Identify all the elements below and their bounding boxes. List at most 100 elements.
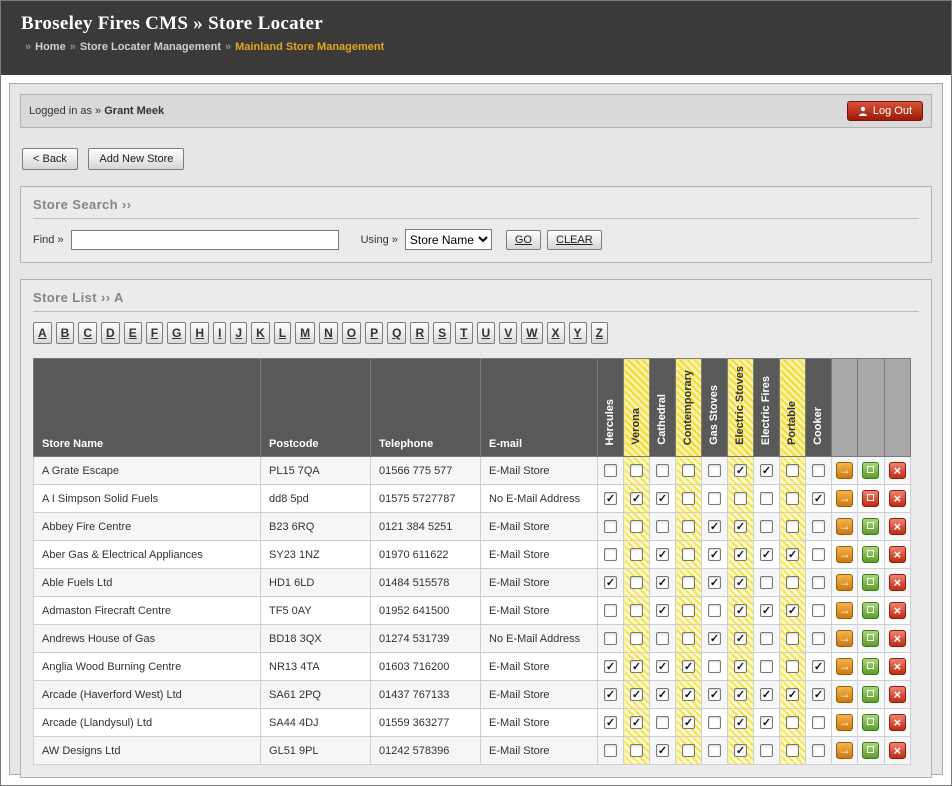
category-checkbox[interactable] bbox=[708, 492, 721, 505]
alphabet-letter-g[interactable]: G bbox=[167, 322, 186, 344]
logout-button[interactable]: Log Out bbox=[847, 101, 923, 121]
delete-store-icon[interactable]: × bbox=[889, 574, 906, 591]
email-cell[interactable]: E-Mail Store bbox=[481, 709, 598, 737]
alphabet-letter-p[interactable]: P bbox=[365, 322, 383, 344]
category-checkbox[interactable] bbox=[604, 604, 617, 617]
status-inactive-icon[interactable] bbox=[862, 490, 879, 507]
category-checkbox[interactable] bbox=[812, 716, 825, 729]
alphabet-letter-n[interactable]: N bbox=[319, 322, 338, 344]
category-checkbox[interactable] bbox=[708, 464, 721, 477]
go-button[interactable]: GO bbox=[506, 230, 541, 250]
alphabet-letter-l[interactable]: L bbox=[274, 322, 291, 344]
category-checkbox-checked[interactable]: ✓ bbox=[786, 688, 799, 701]
category-checkbox-checked[interactable]: ✓ bbox=[708, 632, 721, 645]
category-checkbox[interactable] bbox=[604, 632, 617, 645]
category-checkbox[interactable] bbox=[630, 464, 643, 477]
edit-store-icon[interactable]: → bbox=[836, 490, 853, 507]
clear-button[interactable]: CLEAR bbox=[547, 230, 602, 250]
delete-store-icon[interactable]: × bbox=[889, 714, 906, 731]
edit-store-icon[interactable]: → bbox=[836, 602, 853, 619]
category-checkbox[interactable] bbox=[812, 548, 825, 561]
back-button[interactable]: < Back bbox=[22, 148, 78, 170]
delete-store-icon[interactable]: × bbox=[889, 462, 906, 479]
category-checkbox-checked[interactable]: ✓ bbox=[812, 492, 825, 505]
category-checkbox[interactable] bbox=[786, 464, 799, 477]
using-select[interactable]: Store Name bbox=[405, 229, 492, 250]
category-checkbox-checked[interactable]: ✓ bbox=[760, 464, 773, 477]
category-checkbox[interactable] bbox=[682, 744, 695, 757]
category-checkbox[interactable] bbox=[682, 520, 695, 533]
category-checkbox-checked[interactable]: ✓ bbox=[656, 604, 669, 617]
category-checkbox-checked[interactable]: ✓ bbox=[734, 660, 747, 673]
category-checkbox[interactable] bbox=[682, 576, 695, 589]
category-checkbox-checked[interactable]: ✓ bbox=[630, 716, 643, 729]
category-checkbox-checked[interactable]: ✓ bbox=[734, 576, 747, 589]
alphabet-letter-r[interactable]: R bbox=[410, 322, 429, 344]
category-checkbox-checked[interactable]: ✓ bbox=[630, 660, 643, 673]
category-checkbox[interactable] bbox=[656, 716, 669, 729]
category-checkbox[interactable] bbox=[786, 492, 799, 505]
category-checkbox-checked[interactable]: ✓ bbox=[630, 688, 643, 701]
category-checkbox[interactable] bbox=[786, 716, 799, 729]
category-checkbox[interactable] bbox=[682, 492, 695, 505]
edit-store-icon[interactable]: → bbox=[836, 686, 853, 703]
email-cell[interactable]: E-Mail Store bbox=[481, 541, 598, 569]
alphabet-letter-c[interactable]: C bbox=[78, 322, 97, 344]
alphabet-letter-k[interactable]: K bbox=[251, 322, 270, 344]
email-cell[interactable]: E-Mail Store bbox=[481, 457, 598, 485]
status-active-icon[interactable] bbox=[862, 518, 879, 535]
alphabet-letter-u[interactable]: U bbox=[477, 322, 496, 344]
category-checkbox[interactable] bbox=[786, 520, 799, 533]
status-active-icon[interactable] bbox=[862, 574, 879, 591]
edit-store-icon[interactable]: → bbox=[836, 574, 853, 591]
alphabet-letter-s[interactable]: S bbox=[433, 322, 451, 344]
alphabet-letter-a[interactable]: A bbox=[33, 322, 52, 344]
delete-store-icon[interactable]: × bbox=[889, 742, 906, 759]
status-active-icon[interactable] bbox=[862, 462, 879, 479]
alphabet-letter-q[interactable]: Q bbox=[387, 322, 406, 344]
category-checkbox[interactable] bbox=[630, 604, 643, 617]
category-checkbox[interactable] bbox=[786, 632, 799, 645]
category-checkbox-checked[interactable]: ✓ bbox=[734, 548, 747, 561]
category-checkbox-checked[interactable]: ✓ bbox=[812, 688, 825, 701]
category-checkbox[interactable] bbox=[760, 576, 773, 589]
category-checkbox-checked[interactable]: ✓ bbox=[760, 548, 773, 561]
delete-store-icon[interactable]: × bbox=[889, 686, 906, 703]
delete-store-icon[interactable]: × bbox=[889, 602, 906, 619]
status-active-icon[interactable] bbox=[862, 742, 879, 759]
alphabet-letter-e[interactable]: E bbox=[124, 322, 142, 344]
category-checkbox-checked[interactable]: ✓ bbox=[682, 660, 695, 673]
email-cell[interactable]: E-Mail Store bbox=[481, 653, 598, 681]
category-checkbox-checked[interactable]: ✓ bbox=[604, 716, 617, 729]
category-checkbox[interactable] bbox=[630, 744, 643, 757]
email-cell[interactable]: E-Mail Store bbox=[481, 513, 598, 541]
category-checkbox[interactable] bbox=[604, 744, 617, 757]
status-active-icon[interactable] bbox=[862, 546, 879, 563]
category-checkbox[interactable] bbox=[760, 744, 773, 757]
email-cell[interactable]: E-Mail Store bbox=[481, 597, 598, 625]
category-checkbox[interactable] bbox=[656, 632, 669, 645]
category-checkbox-checked[interactable]: ✓ bbox=[682, 716, 695, 729]
category-checkbox-checked[interactable]: ✓ bbox=[734, 744, 747, 757]
category-checkbox[interactable] bbox=[708, 744, 721, 757]
category-checkbox-checked[interactable]: ✓ bbox=[760, 604, 773, 617]
category-checkbox-checked[interactable]: ✓ bbox=[682, 688, 695, 701]
category-checkbox[interactable] bbox=[786, 660, 799, 673]
category-checkbox-checked[interactable]: ✓ bbox=[734, 716, 747, 729]
category-checkbox-checked[interactable]: ✓ bbox=[708, 548, 721, 561]
category-checkbox-checked[interactable]: ✓ bbox=[734, 632, 747, 645]
category-checkbox[interactable] bbox=[760, 632, 773, 645]
category-checkbox[interactable] bbox=[708, 604, 721, 617]
category-checkbox[interactable] bbox=[812, 744, 825, 757]
delete-store-icon[interactable]: × bbox=[889, 630, 906, 647]
status-active-icon[interactable] bbox=[862, 602, 879, 619]
edit-store-icon[interactable]: → bbox=[836, 742, 853, 759]
category-checkbox-checked[interactable]: ✓ bbox=[734, 464, 747, 477]
edit-store-icon[interactable]: → bbox=[836, 518, 853, 535]
breadcrumb-link[interactable]: Store Locater Management bbox=[80, 41, 221, 53]
category-checkbox-checked[interactable]: ✓ bbox=[656, 492, 669, 505]
category-checkbox[interactable] bbox=[630, 548, 643, 561]
alphabet-letter-j[interactable]: J bbox=[230, 322, 247, 344]
category-checkbox[interactable] bbox=[812, 464, 825, 477]
category-checkbox[interactable] bbox=[682, 548, 695, 561]
